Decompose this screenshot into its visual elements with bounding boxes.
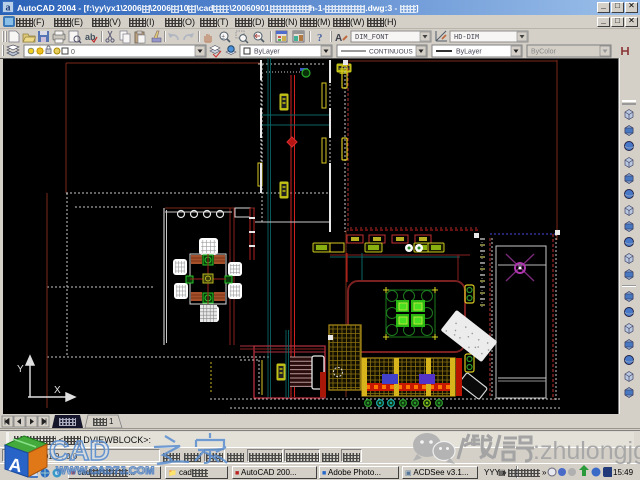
svg-text:Y: Y [17,364,24,375]
svg-text:CONTINUOUS: CONTINUOUS [369,49,413,56]
svg-text:A: A [335,33,342,44]
svg-text:?: ? [317,32,323,44]
svg-text:DIM_FONT: DIM_FONT [355,34,389,42]
svg-text:a: a [6,3,11,14]
svg-text:0: 0 [71,49,75,56]
svg-text:ByLayer: ByLayer [456,49,482,56]
svg-text:HD-DIM: HD-DIM [454,34,479,42]
svg-text:ByColor: ByColor [531,49,557,56]
svg-text:ByLayer: ByLayer [254,49,280,56]
svg-text:X: X [54,385,61,396]
